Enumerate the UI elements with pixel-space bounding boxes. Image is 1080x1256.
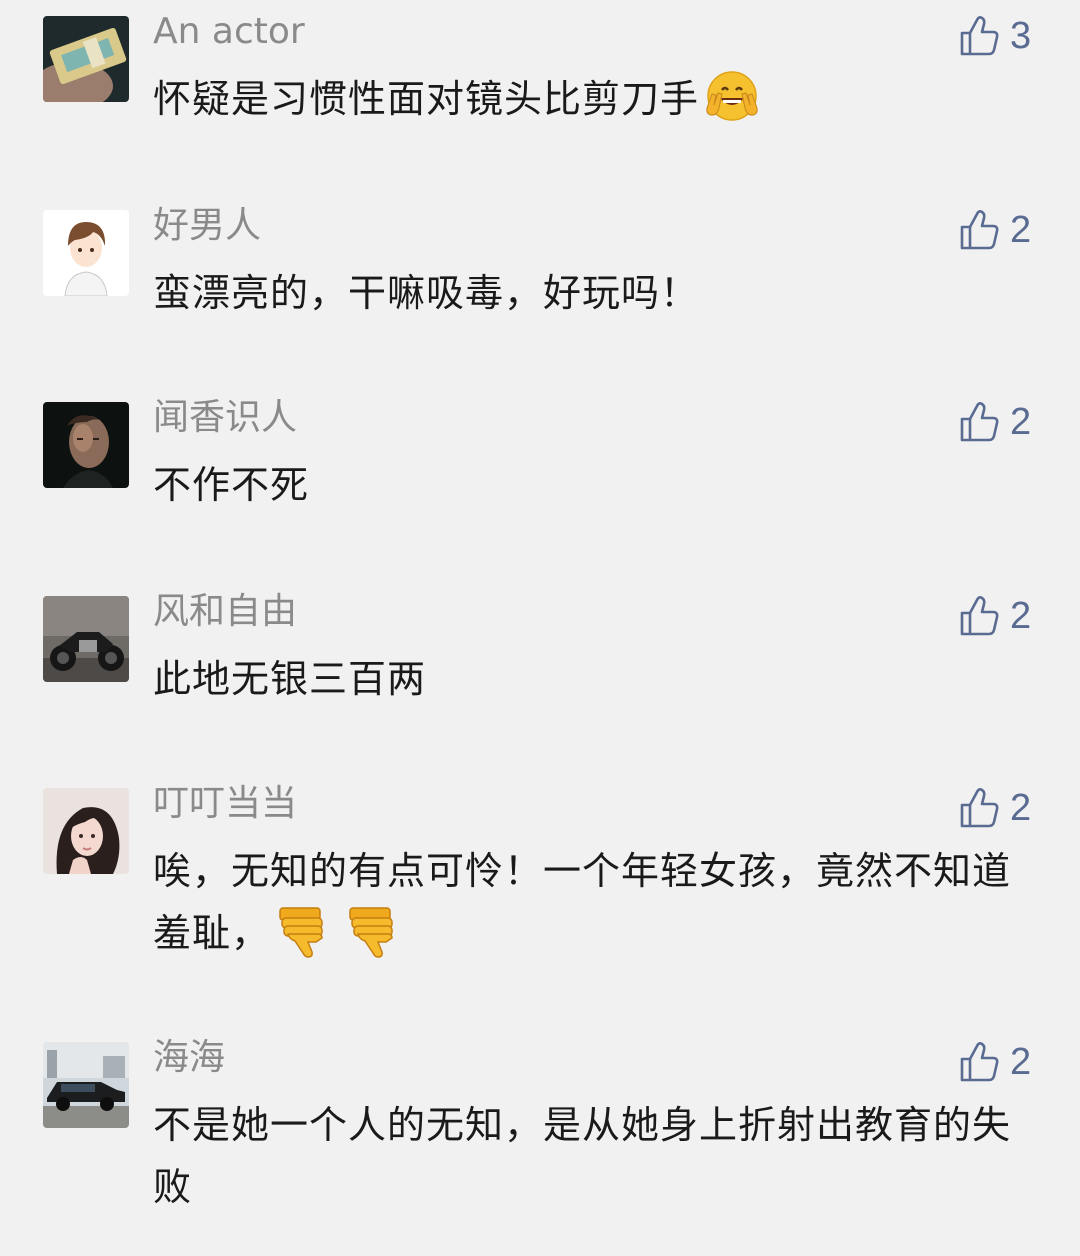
comment-list: An actor 怀疑是习惯性面对镜头比剪刀手 3 好男人 蛮漂亮的，干嘛吸毒，… xyxy=(0,0,1080,1256)
comment-nickname[interactable]: 海海 xyxy=(153,1036,225,1080)
like-count: 2 xyxy=(1010,594,1032,637)
like-count: 2 xyxy=(1010,400,1032,443)
avatar[interactable] xyxy=(43,402,129,488)
thumbs-up-icon xyxy=(960,788,999,828)
like-button[interactable]: 2 xyxy=(958,206,1031,254)
comment-text: 怀疑是习惯性面对镜头比剪刀手 xyxy=(153,77,700,121)
like-button[interactable]: 2 xyxy=(958,398,1031,446)
avatar[interactable] xyxy=(43,210,129,296)
comment-content: 此地无银三百两 xyxy=(153,648,1033,710)
comment-content: 蛮漂亮的，干嘛吸毒，好玩吗！ xyxy=(153,262,1033,324)
comment-content: 不作不死 xyxy=(153,454,1033,516)
comment-nickname[interactable]: 闻香识人 xyxy=(153,396,297,440)
man-portrait-avatar-image xyxy=(43,402,129,488)
thumbs-up-icon xyxy=(960,16,999,56)
victory-hands-emoji-icon xyxy=(703,68,761,142)
like-button[interactable]: 3 xyxy=(958,12,1031,60)
comment-nickname[interactable]: 风和自由 xyxy=(153,590,297,634)
thumbs-down-emoji-icon xyxy=(274,902,330,976)
thumbs-up-icon xyxy=(960,1042,999,1082)
ticket-in-hand-avatar-image xyxy=(43,16,129,102)
comment-content: 不是她一个人的无知，是从她身上折射出教育的失败 xyxy=(153,1094,1033,1218)
avatar[interactable] xyxy=(43,596,129,682)
thumbs-up-icon xyxy=(960,402,999,442)
avatar[interactable] xyxy=(43,16,129,102)
comment-text: 不是她一个人的无知，是从她身上折射出教育的失败 xyxy=(153,1103,1012,1209)
comment-nickname[interactable]: An actor xyxy=(153,10,305,54)
thumbs-down-emoji-icon xyxy=(344,902,400,976)
comment-text: 不作不死 xyxy=(153,463,310,507)
comment-nickname[interactable]: 叮叮当当 xyxy=(153,782,297,826)
like-button[interactable]: 2 xyxy=(958,1038,1031,1086)
like-count: 3 xyxy=(1010,14,1032,57)
like-button[interactable]: 2 xyxy=(958,592,1031,640)
comment-text: 蛮漂亮的，干嘛吸毒，好玩吗！ xyxy=(153,271,700,315)
comment-nickname[interactable]: 好男人 xyxy=(153,204,261,248)
anime-boy-avatar-image xyxy=(43,210,129,296)
girl-portrait-avatar-image xyxy=(43,788,129,874)
thumbs-up-icon xyxy=(960,596,999,636)
like-count: 2 xyxy=(1010,208,1032,251)
like-count: 2 xyxy=(1010,1040,1032,1083)
comment-content: 怀疑是习惯性面对镜头比剪刀手 xyxy=(153,68,1033,142)
like-count: 2 xyxy=(1010,786,1032,829)
car-avatar-image xyxy=(43,1042,129,1128)
motorcycle-avatar-image xyxy=(43,596,129,682)
thumbs-up-icon xyxy=(960,210,999,250)
comment-text: 此地无银三百两 xyxy=(153,657,427,701)
comment-content: 唉，无知的有点可怜！一个年轻女孩，竟然不知道羞耻， xyxy=(153,840,1033,976)
avatar[interactable] xyxy=(43,1042,129,1128)
avatar[interactable] xyxy=(43,788,129,874)
like-button[interactable]: 2 xyxy=(958,784,1031,832)
